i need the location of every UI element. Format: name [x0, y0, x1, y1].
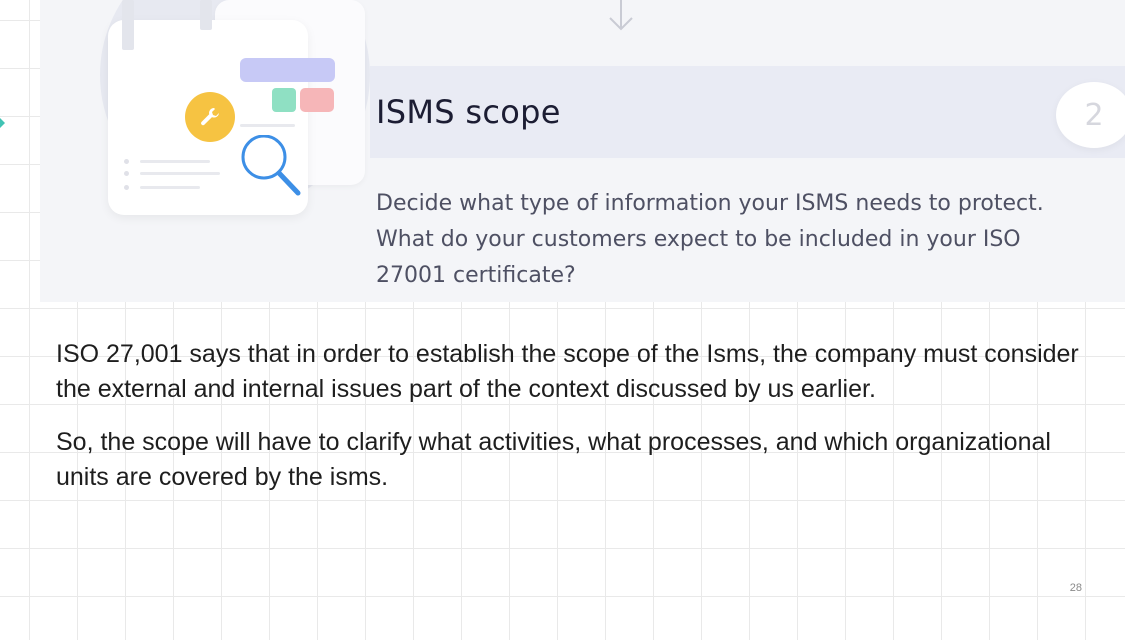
pink-label-chip — [300, 88, 334, 112]
card-title: ISMS scope — [376, 93, 561, 131]
bullet-dot — [124, 171, 129, 176]
green-label-chip — [272, 88, 296, 112]
step-number-badge: 2 — [1056, 82, 1125, 148]
body-paragraph-2: So, the scope will have to clarify what … — [56, 428, 1051, 491]
bullet-dot — [124, 185, 129, 190]
document-tab — [122, 0, 134, 50]
text-line — [140, 172, 220, 175]
wrench-badge — [185, 92, 235, 142]
page-number: 28 — [1069, 582, 1082, 594]
slide: 2 ISMS scope Decide what type of informa… — [0, 0, 1125, 640]
slide-edge-marker — [0, 118, 5, 128]
text-line — [140, 160, 210, 163]
wrench-icon — [201, 108, 219, 126]
purple-label-bar — [240, 58, 335, 82]
body-paragraph-1: ISO 27,001 says that in order to establi… — [56, 340, 1079, 403]
card-description: Decide what type of information your ISM… — [376, 191, 1044, 288]
down-arrow-icon — [609, 0, 633, 31]
document-tab — [200, 0, 212, 30]
text-line — [140, 186, 200, 189]
bullet-dot — [124, 159, 129, 164]
text-line — [240, 124, 295, 127]
magnifier-icon — [241, 135, 301, 196]
